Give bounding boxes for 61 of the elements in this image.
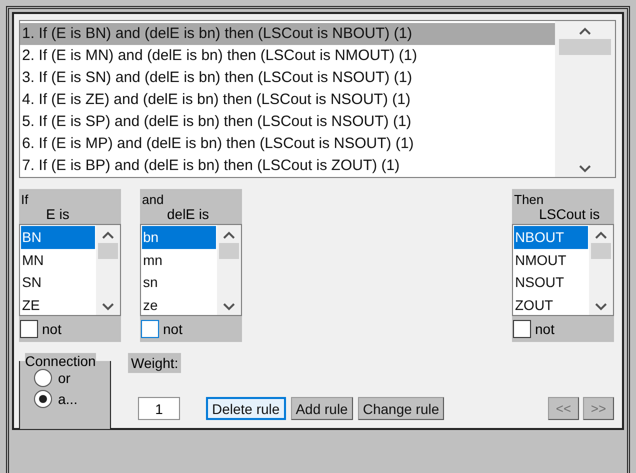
rule-button[interactable]: Change rule xyxy=(358,397,444,420)
weight-label: Weight: xyxy=(128,353,182,373)
not-label: not xyxy=(163,321,182,337)
rule-item[interactable]: 4. If (E is ZE) and (delE is bn) then (LSCout is NSOUT) (1) xyxy=(20,89,555,111)
term-list[interactable]: BN MN SN ZE xyxy=(19,224,121,316)
rule-button[interactable]: Delete rule xyxy=(206,397,286,420)
term-item[interactable]: mn xyxy=(142,248,216,271)
not-label: not xyxy=(535,321,554,337)
scroll-down-icon[interactable] xyxy=(102,303,114,311)
term-item[interactable]: ZE xyxy=(21,294,95,316)
term-item[interactable]: ZOUT xyxy=(514,294,588,316)
scrollbar-thumb[interactable] xyxy=(559,39,611,55)
scroll-down-icon[interactable] xyxy=(223,303,235,311)
rule-item[interactable]: 1. If (E is BN) and (delE is bn) then (LSCout is NBOUT) (1) xyxy=(20,23,555,45)
term-item[interactable]: ze xyxy=(142,294,216,316)
radio-button[interactable] xyxy=(34,390,52,408)
scrollbar[interactable] xyxy=(589,225,613,315)
not-checkbox[interactable] xyxy=(141,320,159,338)
scrollbar-thumb[interactable] xyxy=(590,243,612,259)
rule-item[interactable]: 6. If (E is MP) and (delE is bn) then (LSCout is NSOUT) (1) xyxy=(20,133,555,155)
rule-item[interactable]: 7. If (E is BP) and (delE is bn) then (LSCout is ZOUT) (1) xyxy=(20,155,555,177)
rule-button[interactable]: Add rule xyxy=(290,397,353,420)
variable-label: E is xyxy=(45,207,70,222)
scrollbar-thumb[interactable] xyxy=(98,243,118,259)
rule-item[interactable]: 2. If (E is MN) and (delE is bn) then (LSCout is NMOUT) (1) xyxy=(20,45,555,67)
scroll-up-icon[interactable] xyxy=(223,231,235,239)
scroll-up-icon[interactable] xyxy=(595,231,607,239)
scroll-down-icon[interactable] xyxy=(579,165,591,173)
scroll-down-icon[interactable] xyxy=(595,303,607,311)
radio-label: or xyxy=(58,370,70,386)
selector-heading: Then xyxy=(514,192,544,207)
radio-label: a... xyxy=(58,391,78,407)
term-item[interactable]: NSOUT xyxy=(514,271,588,294)
term-list[interactable]: bn mn sn ze xyxy=(140,224,242,316)
term-list[interactable]: NBOUT NMOUT NSOUT ZOUT xyxy=(512,224,614,316)
term-item[interactable]: NMOUT xyxy=(514,248,588,271)
term-item[interactable]: bn xyxy=(142,226,216,248)
selector-heading: and xyxy=(142,192,164,207)
scrollbar-thumb[interactable] xyxy=(218,243,240,259)
rule-item[interactable]: 5. If (E is SP) and (delE is bn) then (LSCout is NSOUT) (1) xyxy=(20,111,555,133)
scroll-up-icon[interactable] xyxy=(579,27,591,35)
term-item[interactable]: MN xyxy=(21,248,95,271)
scrollbar[interactable] xyxy=(217,225,241,315)
term-item[interactable]: BN xyxy=(21,226,95,248)
scrollbar[interactable] xyxy=(96,225,120,315)
term-item[interactable]: NBOUT xyxy=(514,226,588,248)
radio-button[interactable] xyxy=(34,369,52,387)
term-item[interactable]: sn xyxy=(142,271,216,294)
rule-list[interactable] xyxy=(19,20,616,178)
variable-label: LSCout is xyxy=(538,207,600,222)
scroll-up-icon[interactable] xyxy=(102,231,114,239)
not-checkbox[interactable] xyxy=(513,320,531,338)
connection-title: Connection xyxy=(25,353,96,369)
scrollbar[interactable] xyxy=(555,21,615,177)
rule-item[interactable]: 3. If (E is SN) and (delE is bn) then (LSCout is NSOUT) (1) xyxy=(20,67,555,89)
term-item[interactable]: SN xyxy=(21,271,95,294)
not-checkbox[interactable] xyxy=(20,320,38,338)
weight-field[interactable]: 1 xyxy=(138,397,180,420)
variable-label: delE is xyxy=(166,207,210,222)
not-label: not xyxy=(42,321,62,337)
selector-heading: If xyxy=(21,192,28,207)
